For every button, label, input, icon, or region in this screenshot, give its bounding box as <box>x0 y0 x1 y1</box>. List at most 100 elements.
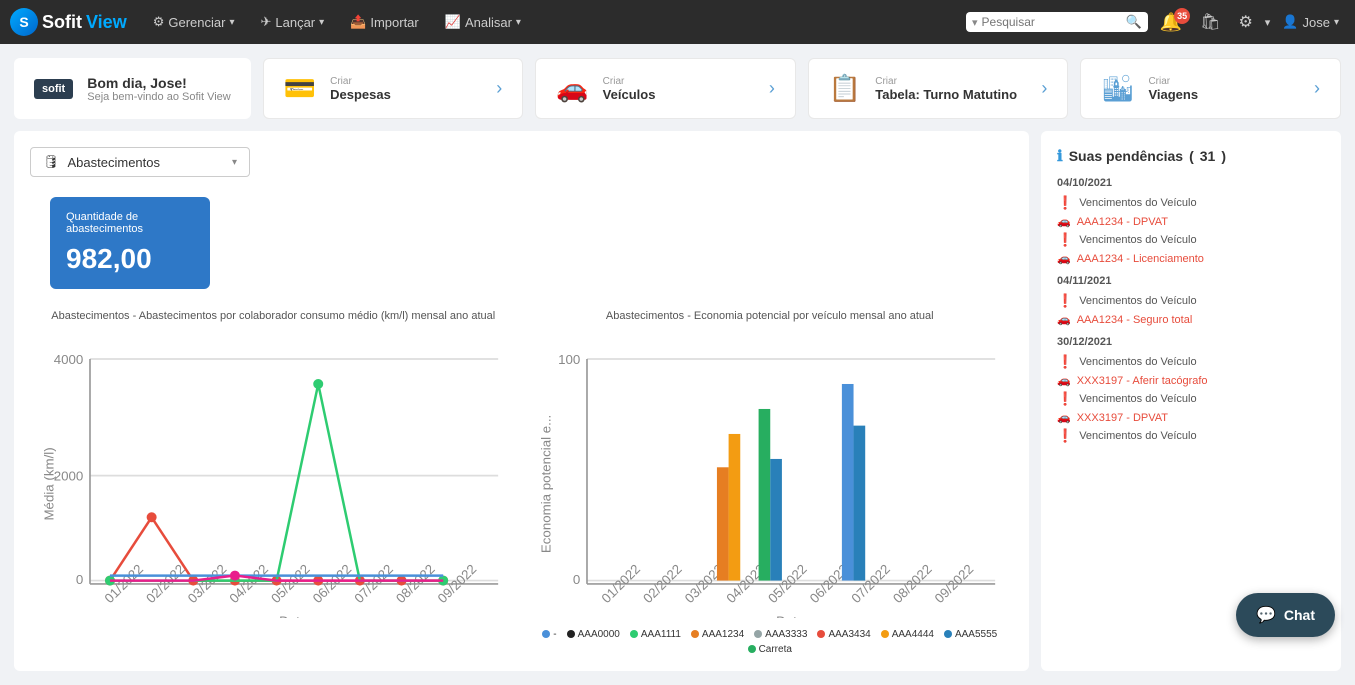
legend-label-aaa4444: AAA4444 <box>892 629 934 640</box>
car-icon-2: 🚗 <box>1057 252 1071 265</box>
pending-item-3-1-sub: 🚗 XXX3197 - Aferir tacógrafo <box>1057 374 1325 387</box>
chevron-down-icon-2: ▾ <box>319 17 324 28</box>
car-icon-3: 🚗 <box>1057 313 1071 326</box>
logo-soft: Sofit <box>42 12 82 33</box>
abastecimentos-icon: 🛢 <box>43 154 60 170</box>
chevron-down-icon: ▾ <box>229 17 234 28</box>
date-label-1: 04/10/2021 <box>1057 177 1325 189</box>
viagens-text: Criar Viagens <box>1148 76 1300 102</box>
importar-icon: 📤 <box>350 14 366 30</box>
warning-icon-2: ❗ <box>1057 232 1073 248</box>
settings-dropdown[interactable]: ▾ <box>1265 16 1271 29</box>
logo-view: View <box>86 12 127 33</box>
user-name: Jose <box>1303 15 1330 30</box>
svg-text:Data: Data <box>279 614 308 618</box>
legend-item-aaa5555: AAA5555 <box>944 629 997 640</box>
stat-value: 982,00 <box>66 243 194 275</box>
pending-sub-3-1: XXX3197 - Aferir tacógrafo <box>1077 375 1208 387</box>
svg-text:4000: 4000 <box>54 352 84 367</box>
viagens-label: Criar <box>1148 76 1300 87</box>
chart-dropdown-label: Abastecimentos <box>68 155 161 170</box>
logo-icon: S <box>10 8 38 36</box>
chart2-title: Abastecimentos - Economia potencial por … <box>537 309 1004 324</box>
gerenciar-icon: ⚙ <box>153 14 165 30</box>
search-icon[interactable]: 🔍 <box>1126 14 1142 30</box>
viagens-title: Viagens <box>1148 87 1300 102</box>
turno-title: Tabela: Turno Matutino <box>875 87 1027 102</box>
nav-gerenciar[interactable]: ⚙ Gerenciar ▾ <box>143 0 245 44</box>
pending-group-1: 04/10/2021 ❗ Vencimentos do Veículo 🚗 AA… <box>1057 177 1325 265</box>
legend-item-aaa1234: AAA1234 <box>691 629 744 640</box>
legend-item-carreta: Carreta <box>748 644 792 655</box>
pending-count-value: 31 <box>1200 148 1216 164</box>
turno-icon: 📋 <box>829 73 861 104</box>
pending-group-3: 30/12/2021 ❗ Vencimentos do Veículo 🚗 XX… <box>1057 336 1325 444</box>
pending-sub-2-1: AAA1234 - Seguro total <box>1077 314 1193 326</box>
dashboard-row: 🛢 Abastecimentos ▾ Quantidade de abastec… <box>14 131 1341 671</box>
nav-importar[interactable]: 📤 Importar <box>340 0 429 44</box>
dropdown-arrow-icon: ▾ <box>232 157 237 168</box>
chart-legend: - AAA0000 AAA1111 AAA1234 <box>537 629 1004 655</box>
chart2-svg: 100 0 Economia potencial e... 01/2022 02… <box>537 334 1004 617</box>
action-card-viagens[interactable]: 🏙 Criar Viagens › <box>1080 58 1341 119</box>
main-content: sofit Bom dia, Jose! Seja bem-vindo ao S… <box>0 44 1355 685</box>
lancar-icon: ✈ <box>260 14 271 30</box>
legend-item-aaa0000: AAA0000 <box>567 629 620 640</box>
veiculos-text: Criar Veículos <box>603 76 755 102</box>
car-icon-4: 🚗 <box>1057 374 1071 387</box>
notification-button[interactable]: 🔔 35 <box>1154 12 1188 33</box>
top-navigation: S SofitView ⚙ Gerenciar ▾ ✈ Lançar ▾ 📤 I… <box>0 0 1355 44</box>
viagens-arrow-icon: › <box>1314 78 1320 99</box>
pending-item-2-1-sub: 🚗 AAA1234 - Seguro total <box>1057 313 1325 326</box>
nav-analisar-label: Analisar <box>465 15 512 30</box>
nav-lancar-label: Lançar <box>275 15 315 30</box>
nav-gerenciar-label: Gerenciar <box>168 15 225 30</box>
svg-text:0: 0 <box>572 572 579 587</box>
pending-item-1-2-sub: 🚗 AAA1234 - Licenciamento <box>1057 252 1325 265</box>
veiculos-title: Veículos <box>603 87 755 102</box>
legend-label-aaa1111: AAA1111 <box>641 629 681 640</box>
chart2-container: Abastecimentos - Economia potencial por … <box>537 309 1004 655</box>
date-label-3: 30/12/2021 <box>1057 336 1325 348</box>
action-card-despesas[interactable]: 💳 Criar Despesas › <box>263 58 524 119</box>
stat-box: Quantidade de abastecimentos 982,00 <box>50 197 210 289</box>
analisar-icon: 📈 <box>445 14 461 30</box>
despesas-arrow-icon: › <box>496 78 502 99</box>
pending-sub-1-2: AAA1234 - Licenciamento <box>1077 253 1204 265</box>
pending-item-3-2: ❗ Vencimentos do Veículo <box>1057 391 1325 407</box>
action-card-turno[interactable]: 📋 Criar Tabela: Turno Matutino › <box>808 58 1069 119</box>
legend-item-aaa3333: AAA3333 <box>754 629 807 640</box>
search-input[interactable] <box>982 15 1122 29</box>
user-menu[interactable]: 👤 Jose ▾ <box>1276 14 1345 30</box>
search-dropdown-icon[interactable]: ▾ <box>972 16 978 29</box>
pending-panel: ℹ Suas pendências (31) 04/10/2021 ❗ Venc… <box>1041 131 1341 671</box>
pending-text-2-1: Vencimentos do Veículo <box>1079 295 1196 307</box>
action-card-veiculos[interactable]: 🚗 Criar Veículos › <box>535 58 796 119</box>
pending-title: Suas pendências <box>1069 148 1183 164</box>
warning-icon-3: ❗ <box>1057 293 1073 309</box>
nav-lancar[interactable]: ✈ Lançar ▾ <box>250 0 334 44</box>
pending-item-1-1: ❗ Vencimentos do Veículo <box>1057 195 1325 211</box>
legend-label-dash: - <box>553 629 556 640</box>
warning-icon-6: ❗ <box>1057 428 1073 444</box>
pending-item-3-3: ❗ Vencimentos do Veículo <box>1057 428 1325 444</box>
legend-label-aaa1234: AAA1234 <box>702 629 744 640</box>
chart-dropdown[interactable]: 🛢 Abastecimentos ▾ <box>30 147 250 177</box>
svg-text:Média (km/l): Média (km/l) <box>41 448 56 521</box>
pending-group-2: 04/11/2021 ❗ Vencimentos do Veículo 🚗 AA… <box>1057 275 1325 326</box>
bag-icon[interactable]: 🛍 <box>1194 12 1226 32</box>
chat-button[interactable]: 💬 Chat <box>1236 593 1335 637</box>
warning-icon-5: ❗ <box>1057 391 1073 407</box>
legend-dot-aaa0000 <box>567 630 575 638</box>
chart1-title: Abastecimentos - Abastecimentos por cola… <box>40 309 507 324</box>
settings-icon[interactable]: ⚙ <box>1232 12 1258 32</box>
app-logo[interactable]: S SofitView <box>10 8 127 36</box>
notification-badge: 35 <box>1174 8 1190 24</box>
despesas-label: Criar <box>330 76 482 87</box>
welcome-text: Bom dia, Jose! Seja bem-vindo ao Sofit V… <box>87 75 231 103</box>
pending-count: ( <box>1189 148 1194 164</box>
nav-analisar[interactable]: 📈 Analisar ▾ <box>435 0 531 44</box>
legend-item-dash: - <box>542 629 556 640</box>
greeting-text: Bom dia, Jose! <box>87 75 231 91</box>
pending-text-1-2: Vencimentos do Veículo <box>1079 234 1196 246</box>
